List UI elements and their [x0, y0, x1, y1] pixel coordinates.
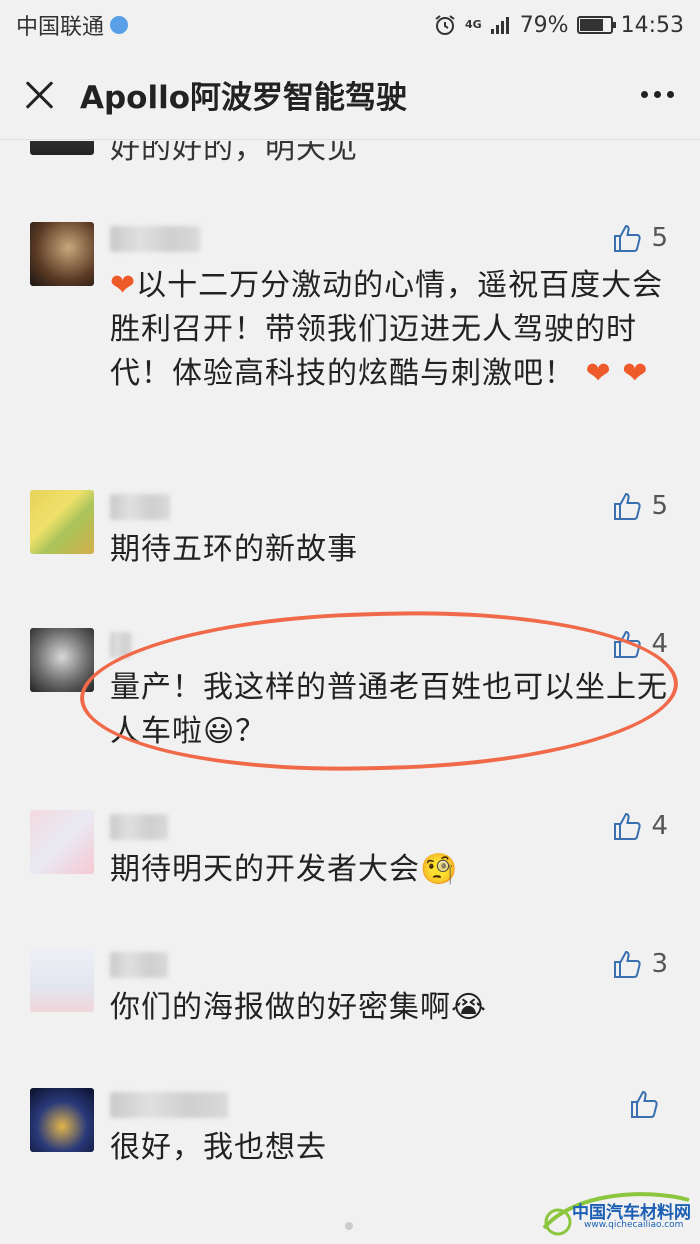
avatar[interactable] — [30, 490, 94, 554]
thumbs-up-icon — [631, 1090, 658, 1118]
nickname-blurred — [110, 1092, 228, 1118]
clock: 14:53 — [620, 12, 684, 38]
avatar[interactable] — [30, 810, 94, 874]
network-type: 4G — [465, 18, 482, 31]
thinking-emoji-icon: 🧐 — [420, 852, 459, 887]
comment-item: 5 期待五环的新故事 — [0, 490, 700, 590]
comment-text: 期待五环的新故事 — [110, 532, 358, 567]
heart-icon: ❤ — [585, 356, 612, 391]
watermark-url: www.qichecailiao.com — [584, 1220, 684, 1230]
comment-text: 你们的海报做的好密集啊😭 — [110, 986, 670, 1030]
avatar[interactable] — [30, 1088, 94, 1152]
like-button[interactable]: 5 — [611, 222, 668, 254]
thumbs-up-icon — [614, 492, 642, 520]
nickname-blurred — [110, 226, 200, 252]
like-count: 3 — [651, 949, 668, 979]
avatar[interactable] — [30, 222, 94, 286]
battery-fill — [579, 19, 604, 31]
more-dot — [641, 91, 648, 98]
watermark: 中国汽车材料网 www.qichecailiao.com — [534, 1188, 694, 1238]
carrier-label: 中国联通 — [16, 15, 105, 40]
comment-text: 好的好的，明天见 — [110, 141, 358, 166]
status-right: 4G 79% 14:53 — [433, 13, 684, 38]
like-count: 4 — [651, 811, 668, 841]
comment-item: 3 你们的海报做的好密集啊😭 — [0, 948, 700, 1048]
more-dot — [667, 91, 674, 98]
nickname-blurred — [110, 494, 170, 520]
more-dot — [654, 91, 661, 98]
more-options-button[interactable] — [637, 81, 678, 108]
heart-icon: ❤ — [622, 356, 649, 391]
close-button[interactable] — [22, 77, 58, 113]
nickname-blurred — [110, 814, 168, 840]
thumbs-up-icon — [614, 224, 642, 252]
like-button[interactable]: 4 — [611, 810, 668, 842]
comment-text-main: 你们的海报做的好密集啊 — [110, 990, 451, 1025]
page-title: Apollo阿波罗智能驾驶 — [80, 80, 408, 116]
crying-laughing-emoji-icon: 😭 — [451, 990, 488, 1025]
like-button[interactable] — [628, 1088, 668, 1120]
heart-icon: ❤ — [110, 268, 137, 303]
thumbs-up-icon — [614, 950, 642, 978]
comment-item: 5 ❤以十二万分激动的心情，遥祝百度大会胜利召开！带领我们迈进无人驾驶的时代！体… — [0, 222, 700, 442]
like-button[interactable]: 5 — [611, 490, 668, 522]
avatar — [30, 141, 94, 155]
like-button[interactable]: 3 — [611, 948, 668, 980]
comment-text: 很好，我也想去 — [110, 1130, 327, 1165]
signal-icon — [490, 17, 509, 34]
like-count: 5 — [651, 223, 668, 253]
thumbs-up-icon — [614, 812, 642, 840]
comment-text-main: 以十二万分激动的心情，遥祝百度大会胜利召开！带领我们迈进无人驾驶的时代！体验高科… — [110, 268, 664, 391]
avatar[interactable] — [30, 948, 94, 1012]
hd-voice-icon — [110, 16, 129, 34]
scroll-indicator — [345, 1222, 353, 1230]
status-bar: 中国联通 4G 79% 14:53 — [0, 0, 700, 50]
comment-item: 很好，我也想去 — [0, 1088, 700, 1188]
comment-item: 好的好的，明天见 — [0, 141, 700, 181]
battery-percent: 79% — [519, 12, 569, 38]
comment-text: ❤以十二万分激动的心情，遥祝百度大会胜利召开！带领我们迈进无人驾驶的时代！体验高… — [110, 264, 670, 396]
alarm-icon — [435, 15, 455, 35]
like-count: 5 — [651, 491, 668, 521]
battery-icon — [576, 16, 616, 34]
comment-text: 期待明天的开发者大会🧐 — [110, 848, 670, 892]
title-bar: Apollo阿波罗智能驾驶 — [0, 50, 700, 140]
comment-text-main: 期待明天的开发者大会 — [110, 852, 420, 887]
comment-item: 4 期待明天的开发者大会🧐 — [0, 810, 700, 910]
nickname-blurred — [110, 952, 168, 978]
carrier: 中国联通 — [16, 9, 129, 41]
